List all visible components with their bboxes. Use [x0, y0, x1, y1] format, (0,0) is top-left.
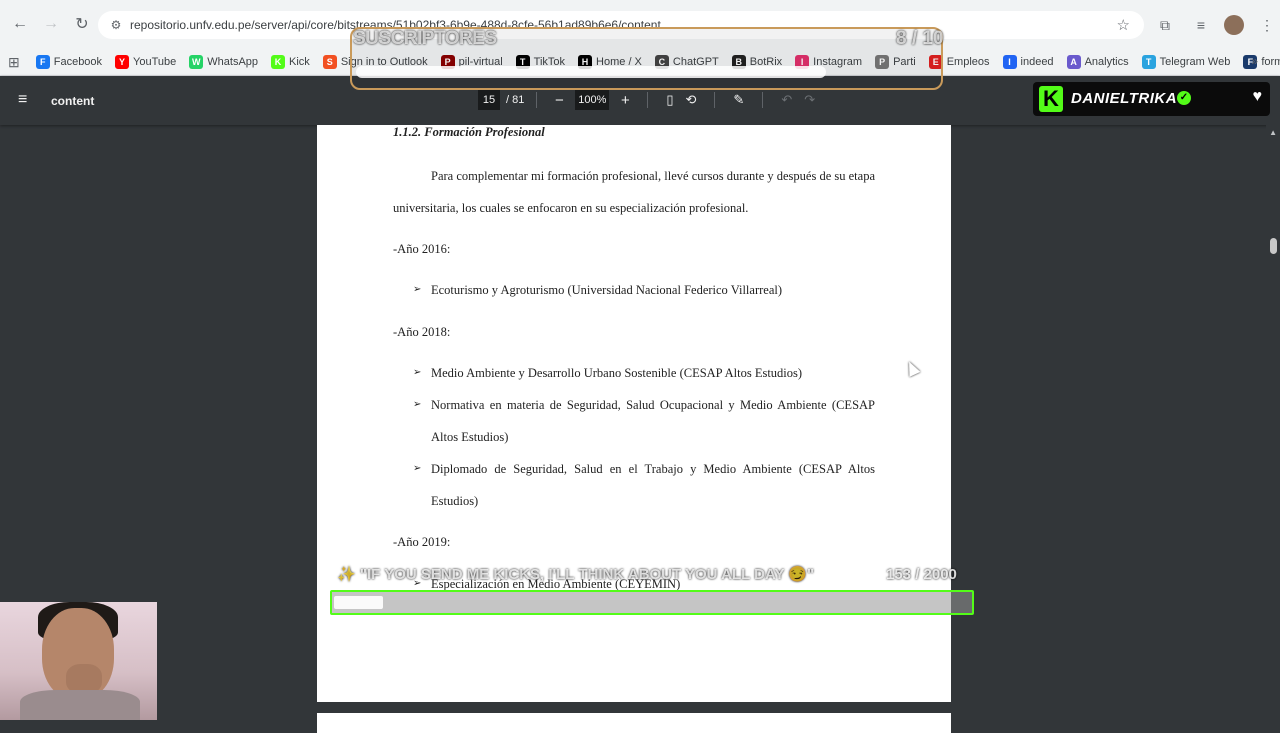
pager: 15 / 81 − 100% + ▯ ⟲ ✎ ↶ ↷: [478, 90, 821, 110]
bookmark-kick[interactable]: K Kick: [271, 54, 310, 69]
extensions-icon[interactable]: ⧉: [1152, 12, 1178, 38]
toolbar-divider: [536, 92, 538, 108]
bookmark-label: YouTube: [133, 55, 177, 68]
site-info-icon[interactable]: ⚙: [104, 18, 128, 32]
arrow-bullet-icon: ➢: [413, 367, 422, 378]
forward-button[interactable]: →: [37, 10, 65, 38]
year-label: -Año 2019:: [393, 535, 451, 549]
reading-list-icon[interactable]: ≡: [1188, 12, 1214, 38]
arrow-bullet-icon: ➢: [413, 463, 422, 474]
verified-check-icon: ✓: [1177, 91, 1191, 105]
bookmark-label: indeed: [1020, 55, 1054, 68]
bookmark-star-icon[interactable]: ☆: [1117, 16, 1130, 34]
undo-icon[interactable]: ↶: [781, 92, 792, 108]
pdf-page: 1.1.2. Formación Profesional Para comple…: [317, 125, 951, 702]
whatsapp-icon: W: [189, 54, 204, 69]
microsoft-icon: S: [322, 54, 337, 69]
bookmark-whatsapp[interactable]: W WhatsApp: [189, 54, 259, 69]
year-label: -Año 2018:: [393, 325, 451, 339]
scroll-thumb[interactable]: [1270, 238, 1277, 254]
heart-icon: ♥: [1252, 88, 1263, 105]
telegram-icon: T: [1141, 54, 1156, 69]
arrow-bullet-icon: ➢: [413, 399, 422, 410]
browser-actions: ⧉ ≡ ⋮: [1152, 12, 1280, 38]
bookmark-indeed[interactable]: Iindeed: [1002, 54, 1054, 69]
youtube-icon: Y: [115, 54, 130, 69]
bookmark-label: Kick: [289, 55, 310, 68]
bookmark-label: Analytics: [1084, 55, 1129, 68]
bookmark-telegram-web[interactable]: T Telegram Web: [1141, 54, 1231, 69]
back-button[interactable]: ←: [6, 10, 34, 38]
scroll-up-icon[interactable]: ▲: [1269, 128, 1277, 137]
bookmark-formate-pe[interactable]: Fformate.pe: [1243, 54, 1280, 69]
arrow-bullet-icon: ➢: [413, 284, 422, 295]
subscriber-goal-count: 8 / 10: [896, 28, 944, 49]
document-title: content: [51, 94, 95, 108]
zoom-input[interactable]: 100%: [575, 90, 610, 110]
bookmark-label: Telegram Web: [1159, 55, 1231, 68]
bookmark-label: formate.pe: [1261, 55, 1280, 68]
kicks-goal-count: 153 / 2000: [886, 566, 957, 583]
list-item: ➢ Normativa en materia de Seguridad, Sal…: [413, 389, 875, 453]
zoom-in-button[interactable]: +: [615, 92, 635, 109]
hamburger-menu-icon[interactable]: ≡: [18, 91, 27, 109]
kick-icon: K: [271, 54, 286, 69]
apps-grid-icon[interactable]: ⊞: [8, 54, 20, 70]
streamer-badge: K DANIELTRIKA ✓ ♥: [1033, 82, 1270, 116]
toolbar-divider: [762, 92, 764, 108]
bookmark-facebook[interactable]: F Facebook: [35, 54, 103, 69]
kicks-goal-bar: [330, 590, 974, 615]
page-number-input[interactable]: 15: [478, 90, 500, 110]
analytics-icon: A: [1066, 54, 1081, 69]
rotate-icon[interactable]: ⟲: [686, 92, 697, 108]
next-pdf-page: [317, 713, 951, 733]
streamer-name: DANIELTRIKA: [1071, 90, 1178, 107]
intro-paragraph: Para complementar mi formación profesion…: [393, 169, 875, 215]
fit-page-icon[interactable]: ▯: [666, 92, 673, 108]
subscriber-goal-label: SUSCRIPTORES: [353, 28, 497, 49]
list-item: ➢ Diplomado de Seguridad, Salud en el Tr…: [413, 453, 875, 517]
bookmark-label: Empleos: [946, 55, 990, 68]
zoom-out-button[interactable]: −: [549, 92, 569, 109]
webcam-feed: [0, 602, 157, 720]
kick-logo-icon: K: [1039, 86, 1063, 112]
kicks-goal-text: ✨ "IF YOU SEND ME KICKS, I'LL THINK ABOU…: [337, 566, 815, 583]
bookmark-analytics[interactable]: A Analytics: [1066, 54, 1129, 69]
toolbar-divider: [714, 92, 716, 108]
facebook-icon: F: [35, 54, 50, 69]
subscriber-goal-fill: [356, 66, 826, 78]
menu-kebab-icon[interactable]: ⋮: [1254, 12, 1280, 38]
toolbar-divider: [647, 92, 649, 108]
scrollbar[interactable]: [1266, 125, 1280, 720]
annotate-icon[interactable]: ✎: [733, 92, 744, 108]
list-item: ➢ Ecoturismo y Agroturismo (Universidad …: [413, 274, 875, 306]
kicks-goal-fill: [334, 596, 383, 609]
reload-button[interactable]: ↻: [68, 10, 96, 38]
year-label: -Año 2016:: [393, 242, 451, 256]
bookmark-youtube[interactable]: Y YouTube: [115, 54, 177, 69]
section-heading: 1.1.2. Formación Profesional: [393, 125, 545, 139]
bookmark-label: Facebook: [53, 55, 103, 68]
bookmark-label: WhatsApp: [207, 55, 259, 68]
page-total: / 81: [506, 94, 525, 106]
list-item: ➢ Medio Ambiente y Desarrollo Urbano Sos…: [413, 357, 875, 389]
redo-icon[interactable]: ↷: [804, 92, 815, 108]
profile-avatar[interactable]: [1224, 15, 1244, 35]
indeed-icon: I: [1002, 54, 1017, 69]
more-bookmarks-icon[interactable]: »: [1251, 54, 1258, 68]
